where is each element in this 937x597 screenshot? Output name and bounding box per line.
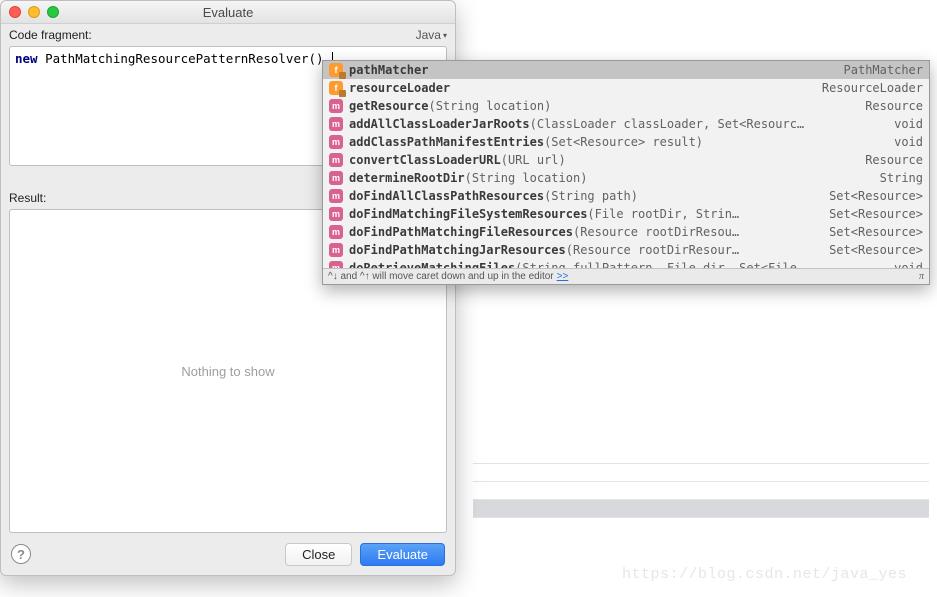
item-name: pathMatcher bbox=[349, 63, 428, 77]
code-rest: PathMatchingResourcePatternResolver(). bbox=[38, 51, 332, 66]
pi-icon: π bbox=[919, 271, 924, 282]
item-name: resourceLoader bbox=[349, 81, 450, 95]
method-icon: m bbox=[329, 189, 343, 203]
item-return-type: ResourceLoader bbox=[822, 81, 923, 95]
item-name: getResource bbox=[349, 99, 428, 113]
autocomplete-item[interactable]: m addClassPathManifestEntries(Set<Resourc… bbox=[323, 133, 929, 151]
status-text: ^↓ and ^↑ will move caret down and up in… bbox=[328, 271, 554, 282]
item-return-type: Resource bbox=[865, 99, 923, 113]
chevron-down-icon: ▾ bbox=[443, 31, 447, 40]
item-return-type: Set<Resource> bbox=[829, 189, 923, 203]
item-return-type: Set<Resource> bbox=[829, 207, 923, 221]
item-return-type: Resource bbox=[865, 153, 923, 167]
minimize-window-icon[interactable] bbox=[28, 6, 40, 18]
item-signature: (String location) bbox=[465, 171, 588, 185]
item-name: determineRootDir bbox=[349, 171, 465, 185]
item-signature: (File rootDir, Strin… bbox=[587, 207, 739, 221]
method-icon: m bbox=[329, 153, 343, 167]
autocomplete-item[interactable]: m doFindPathMatchingJarResources(Resource… bbox=[323, 241, 929, 259]
nothing-to-show: Nothing to show bbox=[181, 364, 274, 379]
item-name: doFindAllClassPathResources bbox=[349, 189, 544, 203]
dialog-footer: ? Close Evaluate bbox=[1, 533, 455, 575]
item-name: addAllClassLoaderJarRoots bbox=[349, 117, 530, 131]
zoom-window-icon[interactable] bbox=[47, 6, 59, 18]
autocomplete-item[interactable]: m doFindAllClassPathResources(String path… bbox=[323, 187, 929, 205]
language-selector[interactable]: Java ▾ bbox=[416, 28, 447, 42]
autocomplete-item[interactable]: f pathMatcher PathMatcher bbox=[323, 61, 929, 79]
item-return-type: String bbox=[880, 171, 923, 185]
autocomplete-item[interactable]: m addAllClassLoaderJarRoots(ClassLoader c… bbox=[323, 115, 929, 133]
item-name: doFindPathMatchingJarResources bbox=[349, 243, 566, 257]
field-icon: f bbox=[329, 81, 343, 95]
autocomplete-item[interactable]: f resourceLoader ResourceLoader bbox=[323, 79, 929, 97]
method-icon: m bbox=[329, 117, 343, 131]
method-icon: m bbox=[329, 135, 343, 149]
dialog-title: Evaluate bbox=[1, 5, 455, 20]
watermark: https://blog.csdn.net/java_yes bbox=[622, 566, 907, 583]
code-fragment-label: Code fragment: bbox=[1, 24, 455, 44]
item-name: convertClassLoaderURL bbox=[349, 153, 501, 167]
item-signature: (URL url) bbox=[501, 153, 566, 167]
titlebar[interactable]: Evaluate bbox=[1, 1, 455, 24]
method-icon: m bbox=[329, 243, 343, 257]
evaluate-button[interactable]: Evaluate bbox=[360, 543, 445, 566]
lock-icon bbox=[339, 90, 346, 97]
autocomplete-item[interactable]: m determineRootDir(String location) String bbox=[323, 169, 929, 187]
item-signature: (ClassLoader classLoader, Set<Resourc… bbox=[530, 117, 805, 131]
language-label: Java bbox=[416, 28, 441, 42]
method-icon: m bbox=[329, 207, 343, 221]
method-icon: m bbox=[329, 261, 343, 268]
item-signature: (Resource rootDirResou… bbox=[573, 225, 739, 239]
field-icon: f bbox=[329, 63, 343, 77]
item-signature: (Set<Resource> result) bbox=[544, 135, 703, 149]
item-signature: (String location) bbox=[428, 99, 551, 113]
method-icon: m bbox=[329, 99, 343, 113]
item-return-type: PathMatcher bbox=[844, 63, 923, 77]
method-icon: m bbox=[329, 225, 343, 239]
item-name: doRetrieveMatchingFiles bbox=[349, 261, 515, 268]
item-signature: (Resource rootDirResour… bbox=[566, 243, 739, 257]
background-rows bbox=[473, 463, 929, 535]
autocomplete-item[interactable]: m getResource(String location) Resource bbox=[323, 97, 929, 115]
item-name: doFindMatchingFileSystemResources bbox=[349, 207, 587, 221]
method-icon: m bbox=[329, 171, 343, 185]
code-keyword: new bbox=[15, 51, 38, 66]
help-icon[interactable]: ? bbox=[11, 544, 31, 564]
close-button[interactable]: Close bbox=[285, 543, 352, 566]
item-return-type: Set<Resource> bbox=[829, 225, 923, 239]
autocomplete-item[interactable]: m doFindMatchingFileSystemResources(File … bbox=[323, 205, 929, 223]
item-return-type: void bbox=[894, 117, 923, 131]
status-link[interactable]: >> bbox=[557, 271, 569, 282]
lock-icon bbox=[339, 72, 346, 79]
autocomplete-popup[interactable]: f pathMatcher PathMatcher f resourceLoader Re… bbox=[322, 60, 930, 285]
item-return-type: void bbox=[894, 135, 923, 149]
item-name: addClassPathManifestEntries bbox=[349, 135, 544, 149]
autocomplete-item[interactable]: m doFindPathMatchingFileResources(Resourc… bbox=[323, 223, 929, 241]
close-window-icon[interactable] bbox=[9, 6, 21, 18]
item-name: doFindPathMatchingFileResources bbox=[349, 225, 573, 239]
autocomplete-item[interactable]: m doRetrieveMatchingFiles(String fullPatt… bbox=[323, 259, 929, 268]
autocomplete-status: ^↓ and ^↑ will move caret down and up in… bbox=[323, 268, 929, 284]
autocomplete-item[interactable]: m convertClassLoaderURL(URL url) Resource bbox=[323, 151, 929, 169]
item-signature: (String fullPattern, File dir, Set<File… bbox=[515, 261, 804, 268]
item-signature: (String path) bbox=[544, 189, 638, 203]
item-return-type: void bbox=[894, 261, 923, 268]
item-return-type: Set<Resource> bbox=[829, 243, 923, 257]
autocomplete-list[interactable]: f pathMatcher PathMatcher f resourceLoader Re… bbox=[323, 61, 929, 268]
